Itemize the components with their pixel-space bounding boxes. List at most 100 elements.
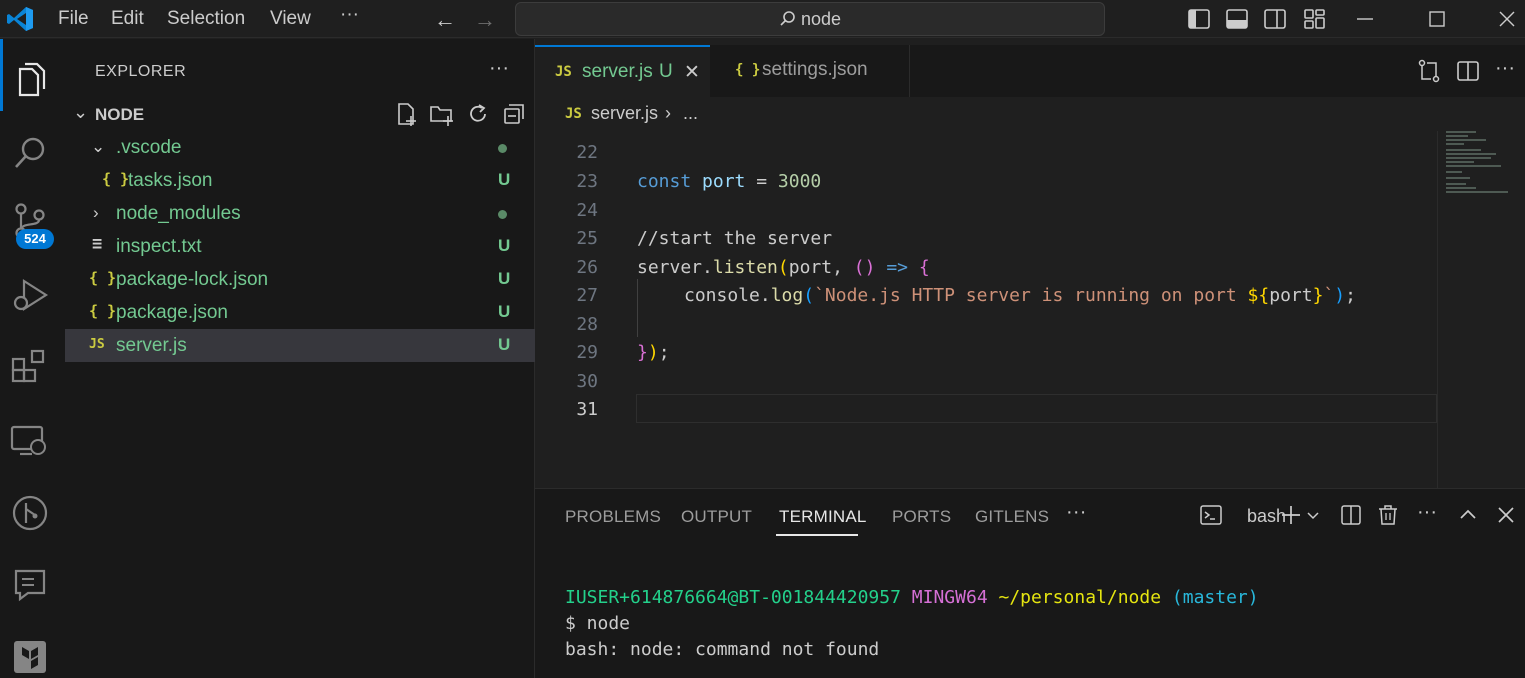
trash-icon[interactable] (1376, 503, 1400, 527)
js-file-icon: JS (565, 106, 582, 122)
menu-selection[interactable]: Selection (167, 8, 245, 30)
new-folder-icon[interactable] (429, 101, 455, 127)
explorer-icon[interactable] (8, 59, 52, 103)
object-token: console (684, 285, 760, 306)
code-line-24: 24 (535, 196, 1437, 225)
forward-arrow-icon[interactable]: → (474, 7, 496, 33)
minimap-line (1446, 191, 1508, 193)
maximize-panel-icon[interactable] (1456, 503, 1480, 527)
string-token: `Node.js HTTP server is running on port (814, 285, 1248, 306)
panel-more-tabs[interactable]: ··· (1066, 501, 1087, 524)
menu-more[interactable]: ··· (340, 4, 359, 26)
status-badge: U (498, 302, 511, 321)
tree-item-label: tasks.json (128, 170, 213, 191)
back-arrow-icon[interactable]: ← (434, 7, 456, 33)
tree-file-tasks-json[interactable]: { } tasks.json U (65, 164, 535, 197)
code-line-22: 22 (535, 138, 1437, 167)
paren-token: () (853, 257, 876, 278)
paren-token: ( (777, 257, 789, 278)
split-terminal-icon[interactable] (1339, 503, 1363, 527)
tree-folder-vscode[interactable]: ⌄ .vscode (65, 131, 535, 164)
tab-ports[interactable]: PORTS (892, 507, 951, 527)
line-number: 23 (576, 171, 598, 192)
new-file-icon[interactable] (393, 101, 419, 127)
tab-terminal[interactable]: TERMINAL (779, 507, 867, 527)
arrow-token: => (875, 257, 919, 278)
toggle-sidebar-icon[interactable] (1186, 6, 1212, 32)
menu-edit[interactable]: Edit (111, 8, 144, 30)
code-line-25: 25 //start the server (535, 224, 1437, 253)
tree-file-inspect-txt[interactable]: ≡ inspect.txt U (65, 230, 535, 263)
chevron-right-icon: › (93, 203, 99, 222)
semicolon-token: ; (1345, 285, 1356, 306)
line-number: 27 (576, 285, 598, 306)
refresh-icon[interactable] (465, 101, 491, 127)
tab-server-js[interactable]: JS server.js U ✕ (535, 45, 710, 97)
brace-token: { (918, 257, 930, 278)
tab-status: U (659, 61, 673, 82)
minimap-line (1446, 157, 1491, 159)
breadcrumb-file[interactable]: server.js (591, 103, 658, 124)
json-file-icon: { } (102, 170, 130, 188)
code-line-29: 29 }); (535, 338, 1437, 367)
breadcrumb-separator: › (665, 103, 671, 123)
close-window-icon[interactable] (1494, 6, 1520, 32)
tree-file-server-js[interactable]: JS server.js U (65, 329, 535, 362)
folder-header[interactable]: ⌄ NODE (65, 99, 535, 129)
close-panel-icon[interactable] (1494, 503, 1518, 527)
code-line-28: 28 (535, 310, 1437, 339)
run-debug-icon[interactable] (8, 273, 52, 317)
menu-file[interactable]: File (58, 8, 89, 30)
editor-more-actions-icon[interactable]: ··· (1495, 57, 1515, 80)
close-tab-icon[interactable]: ✕ (684, 61, 700, 84)
menu-view[interactable]: View (270, 8, 311, 30)
tab-output[interactable]: OUTPUT (681, 507, 752, 527)
chevron-down-icon: ⌄ (91, 137, 106, 156)
gitlens-icon[interactable] (8, 491, 52, 535)
customize-layout-icon[interactable] (1302, 6, 1328, 32)
sidebar-more-button[interactable]: ··· (489, 57, 509, 80)
extensions-icon[interactable] (8, 345, 52, 389)
active-tab-indicator (776, 534, 858, 536)
split-editor-icon[interactable] (1455, 58, 1481, 84)
chat-feedback-icon[interactable] (8, 563, 52, 607)
js-file-icon: JS (89, 337, 105, 352)
tab-problems[interactable]: PROBLEMS (565, 507, 661, 527)
chevron-down-icon[interactable] (1305, 503, 1321, 527)
tree-file-package-json[interactable]: { } package.json U (65, 296, 535, 329)
collapse-all-icon[interactable] (501, 101, 527, 127)
terraform-icon[interactable] (8, 635, 52, 678)
semicolon-token: ; (658, 342, 670, 363)
variable-token: port (1269, 285, 1313, 306)
tree-folder-node-modules[interactable]: › node_modules (65, 197, 535, 230)
terminal-branch: (master) (1171, 587, 1259, 608)
search-icon[interactable] (8, 131, 52, 175)
maximize-icon[interactable] (1424, 6, 1450, 32)
minimize-icon[interactable] (1352, 6, 1378, 32)
number-token: 3000 (777, 171, 822, 192)
tree-item-label: inspect.txt (116, 236, 202, 257)
minimap[interactable] (1437, 131, 1525, 488)
tab-settings-json[interactable]: { } settings.json (711, 45, 910, 97)
minimap-line (1446, 139, 1486, 141)
tree-file-package-lock-json[interactable]: { } package-lock.json U (65, 263, 535, 296)
paren-token: ) (1334, 285, 1346, 306)
panel-more-actions-icon[interactable]: ··· (1417, 501, 1437, 524)
function-token: listen (712, 257, 778, 278)
command-center-search[interactable]: node (515, 2, 1105, 36)
variable-token: port (788, 257, 833, 278)
template-open-token: ${ (1247, 285, 1270, 306)
line-number: 25 (576, 228, 598, 249)
keyword-token: const (637, 171, 692, 192)
code-editor[interactable]: 22 23 const port = 3000 24 25 //start th… (535, 131, 1437, 488)
search-icon (780, 11, 795, 26)
tab-gitlens[interactable]: GITLENS (975, 507, 1049, 527)
toggle-panel-icon[interactable] (1224, 6, 1250, 32)
toggle-secondary-sidebar-icon[interactable] (1262, 6, 1288, 32)
remote-explorer-icon[interactable] (8, 419, 52, 463)
terminal-command: $ node (565, 613, 631, 634)
breadcrumb-symbol[interactable]: ... (683, 103, 698, 124)
activity-bar: 524 (0, 39, 65, 678)
new-terminal-icon[interactable] (1279, 503, 1303, 527)
open-changes-icon[interactable] (1416, 58, 1442, 84)
